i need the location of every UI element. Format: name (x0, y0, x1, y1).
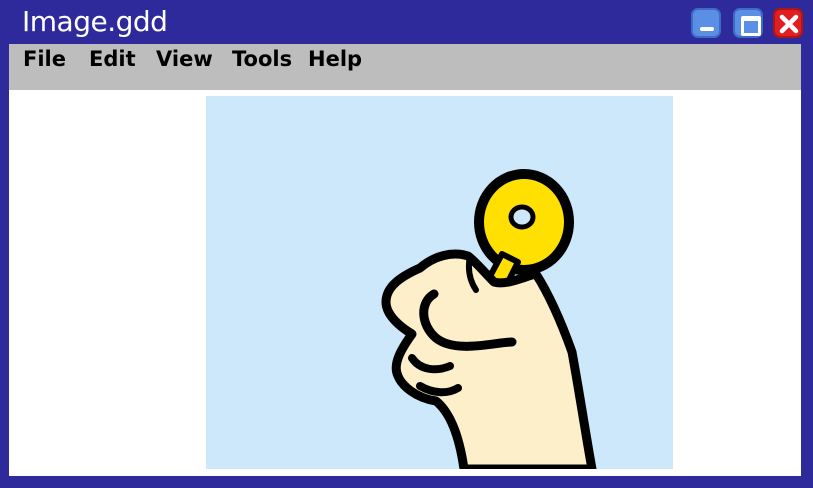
close-icon (779, 14, 799, 34)
close-button[interactable] (773, 8, 803, 38)
image-canvas (206, 96, 673, 469)
document-area (9, 90, 801, 476)
minimize-button[interactable] (691, 8, 721, 38)
window-title: Image.gdd (22, 5, 168, 38)
menu-edit[interactable]: Edit (89, 44, 136, 74)
app-window: Image.gdd File Edit View Tools Help (0, 0, 813, 488)
menu-help[interactable]: Help (308, 44, 362, 74)
hand-holding-key-image (381, 169, 597, 469)
menu-file[interactable]: File (23, 44, 66, 74)
maximize-button[interactable] (733, 8, 763, 38)
title-bar[interactable]: Image.gdd (0, 0, 813, 44)
menu-view[interactable]: View (156, 44, 213, 74)
maximize-icon (741, 16, 761, 36)
menu-bar: File Edit View Tools Help (9, 44, 801, 90)
hand-icon (381, 249, 597, 469)
minimize-icon (700, 27, 714, 31)
menu-tools[interactable]: Tools (232, 44, 292, 74)
